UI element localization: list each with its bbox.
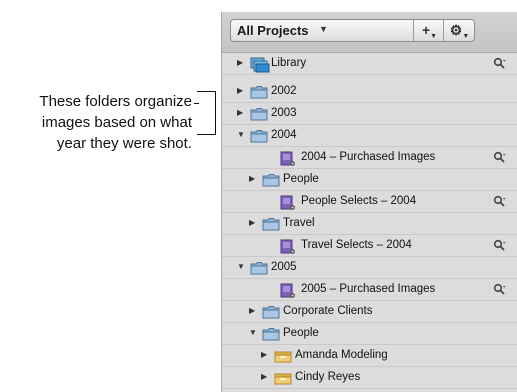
project-icon: [280, 239, 298, 254]
search-filter-icon[interactable]: [493, 57, 507, 71]
add-button[interactable]: +▼: [413, 20, 445, 41]
tree-row-label: Amanda Modeling: [295, 349, 388, 361]
folder-icon: [262, 173, 280, 187]
folder-icon: [250, 107, 268, 121]
callout-bracket-tick: [194, 103, 199, 104]
tree-row[interactable]: ▶ People: [222, 169, 517, 191]
folder-icon: [250, 261, 268, 275]
tree-row-label: 2004 – Purchased Images: [301, 151, 436, 163]
tree-row-label: Library: [271, 57, 307, 69]
project-icon: [280, 195, 298, 210]
folder-icon: [262, 327, 280, 341]
projects-panel: All Projects ▼ +▼ ⚙▼ ▶ Library ▶ 2002 ▶ 2003 ▼…: [221, 12, 517, 392]
tree-row[interactable]: ▶ Corporate Clients: [222, 301, 517, 323]
project-box-icon: [274, 371, 292, 385]
action-menu-button[interactable]: ⚙▼: [443, 20, 475, 41]
tree-row-label: Corporate Clients: [283, 305, 373, 317]
callout-line: These folders organize: [39, 93, 192, 110]
tree-row[interactable]: ▶ Cindy Reyes: [222, 367, 517, 389]
project-icon: [280, 151, 298, 166]
folder-icon: [262, 217, 280, 231]
plus-icon: +: [421, 22, 431, 38]
disclosure-open-icon[interactable]: ▼: [249, 328, 258, 337]
library-icon: [250, 57, 270, 73]
projects-header: All Projects ▼ +▼ ⚙▼: [222, 12, 517, 53]
tree-row[interactable]: 2005 – Purchased Images: [222, 279, 517, 301]
folder-icon: [250, 85, 268, 99]
chevron-down-icon: ▼: [319, 24, 328, 34]
disclosure-closed-icon[interactable]: ▶: [249, 218, 258, 227]
all-projects-popup[interactable]: All Projects ▼ +▼ ⚙▼: [230, 19, 475, 42]
disclosure-open-icon[interactable]: ▼: [237, 262, 246, 271]
project-icon: [280, 283, 298, 298]
tree-row-label: Travel Selects – 2004: [301, 239, 412, 251]
callout-bracket: [197, 91, 216, 135]
folder-icon: [262, 305, 280, 319]
tree-row-label: Cindy Reyes: [295, 371, 361, 383]
callout-text: These folders organize images based on w…: [0, 91, 192, 154]
tree-row-label: People: [283, 173, 319, 185]
tree-row-label: 2005 – Purchased Images: [301, 283, 436, 295]
search-filter-icon[interactable]: [493, 195, 507, 209]
tree-row-label: 2002: [271, 85, 297, 97]
tree-row-label: 2005: [271, 261, 297, 273]
disclosure-closed-icon[interactable]: ▶: [249, 174, 258, 183]
tree-row[interactable]: ▶ Travel: [222, 213, 517, 235]
disclosure-closed-icon[interactable]: ▶: [237, 108, 246, 117]
search-filter-icon[interactable]: [493, 283, 507, 297]
tree-row[interactable]: ▶ 2002: [222, 81, 517, 103]
gear-icon: ⚙: [449, 22, 463, 38]
tree-row[interactable]: ▶ Amanda Modeling: [222, 345, 517, 367]
tree-row[interactable]: ▼ People: [222, 323, 517, 345]
search-filter-icon[interactable]: [493, 239, 507, 253]
tree-row-label: 2004: [271, 129, 297, 141]
tree-row[interactable]: Travel Selects – 2004: [222, 235, 517, 257]
tree-row[interactable]: ▶ 2003: [222, 103, 517, 125]
disclosure-closed-icon[interactable]: ▶: [249, 306, 258, 315]
search-filter-icon[interactable]: [493, 151, 507, 165]
disclosure-open-icon[interactable]: ▼: [237, 130, 246, 139]
folder-icon: [250, 129, 268, 143]
tree-row-label: Travel: [283, 217, 315, 229]
all-projects-label: All Projects: [237, 23, 309, 38]
disclosure-closed-icon[interactable]: ▶: [261, 350, 270, 359]
project-box-icon: [274, 349, 292, 363]
tree-row-label: 2003: [271, 107, 297, 119]
tree-row-label: People: [283, 327, 319, 339]
tree-row[interactable]: 2004 – Purchased Images: [222, 147, 517, 169]
disclosure-closed-icon[interactable]: ▶: [237, 58, 246, 67]
callout-line: images based on what: [41, 114, 192, 131]
tree-row-label: People Selects – 2004: [301, 195, 417, 207]
tree-row[interactable]: ▼ 2005: [222, 257, 517, 279]
disclosure-closed-icon[interactable]: ▶: [237, 86, 246, 95]
tree-row[interactable]: People Selects – 2004: [222, 191, 517, 213]
tree-row[interactable]: ▶ Library: [222, 53, 517, 75]
tree-row[interactable]: ▼ 2004: [222, 125, 517, 147]
callout-line: year they were shot.: [56, 135, 192, 152]
